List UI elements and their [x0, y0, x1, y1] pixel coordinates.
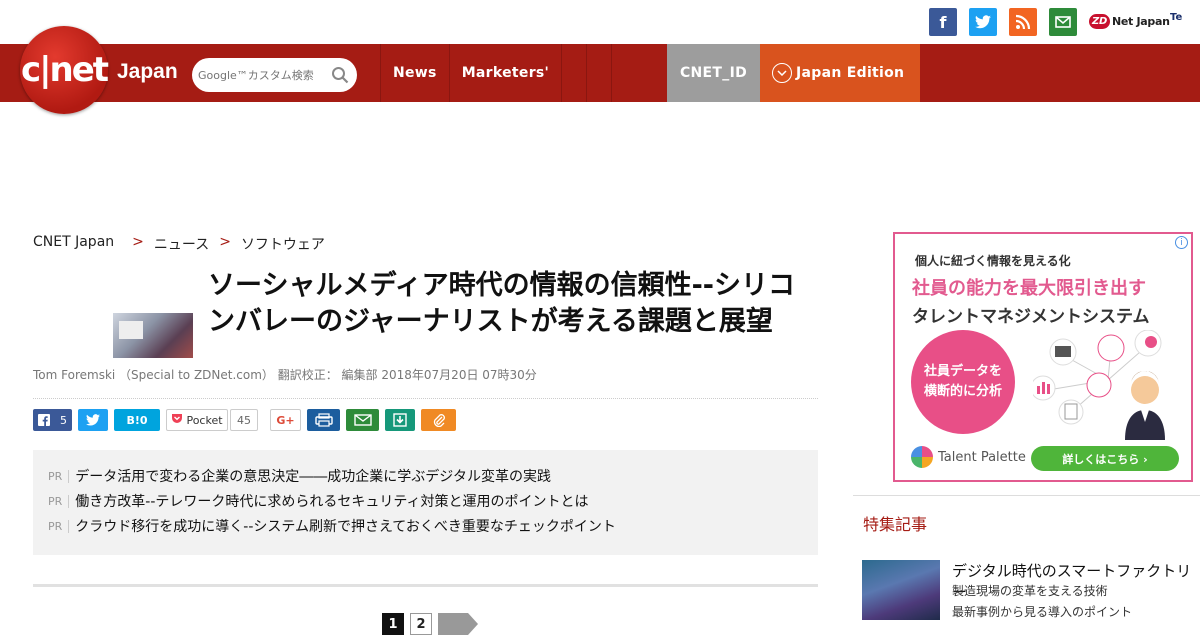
cnet-logo[interactable]: c|net [20, 26, 109, 114]
nav-empty-3[interactable] [611, 44, 636, 102]
sidebar-heading: 特集記事 [863, 515, 928, 534]
content-divider [33, 584, 818, 587]
pr-item-text: データ活用で変わる企業の意思決定――成功企業に学ぶデジタル変革の実践 [75, 469, 551, 485]
sidebar-item-subtitle: 製造現場の変革を支える技術 [952, 584, 1108, 598]
paperclip-icon [433, 414, 445, 427]
next-page-arrow-icon[interactable] [438, 613, 478, 635]
search-box [192, 58, 357, 92]
mail-share-button[interactable] [346, 409, 379, 431]
twitter-share-button[interactable] [78, 409, 108, 431]
pr-item[interactable]: PR データ活用で変わる企業の意思決定――成功企業に学ぶデジタル変革の実践 [48, 466, 551, 486]
breadcrumb-level1[interactable]: ニュース [154, 234, 209, 254]
top-social-strip: f ZD Net Japan Te [0, 0, 1200, 44]
divider [33, 398, 818, 399]
pr-item[interactable]: PR クラウド移行を成功に導く--システム刷新で押さえておくべき重要なチェックポ… [48, 516, 616, 536]
pocket-count: 45 [230, 409, 258, 431]
pr-tag: PR [48, 519, 70, 533]
nav-news[interactable]: News [380, 44, 449, 102]
article-title: ソーシャルメディア時代の情報の信頼性--シリコンバレーのジャーナリストが考える課… [208, 270, 795, 337]
pocket-icon [171, 413, 183, 427]
ad-line2: 社員の能力を最大限引き出す [912, 278, 1146, 299]
print-icon [314, 413, 333, 427]
logo-japan-label: Japan [117, 60, 178, 83]
google-plus-button[interactable]: G+ [270, 409, 301, 431]
breadcrumb: CNET Japan > ニュース > ソフトウェア [33, 234, 325, 254]
ad-line3: タレントマネジメントシステム [912, 307, 1150, 327]
pr-tag: PR [48, 494, 70, 508]
mail-icon[interactable] [1049, 8, 1077, 36]
nav-empty-1[interactable] [561, 44, 586, 102]
zdnet-logo-text: Net Japan [1111, 14, 1170, 28]
pr-item-text: クラウド移行を成功に導く--システム刷新で押さえておくべき重要なチェックポイント [75, 519, 616, 535]
hatena-bookmark-button[interactable]: B!0 [114, 409, 160, 431]
pr-tag: PR [48, 469, 70, 483]
breadcrumb-home[interactable]: CNET Japan [33, 234, 114, 254]
sidebar-item-thumbnail[interactable] [862, 560, 940, 620]
pr-item[interactable]: PR 働き方改革--テレワーク時代に求められるセキュリティ対策と運用のポイントと… [48, 491, 589, 511]
ad-illustration [1033, 330, 1165, 440]
pocket-button[interactable]: Pocket [166, 409, 228, 431]
nav-empty-2[interactable] [586, 44, 611, 102]
article-thumbnail[interactable] [113, 313, 193, 358]
rss-icon[interactable] [1009, 8, 1037, 36]
breadcrumb-separator: > [219, 234, 231, 250]
facebook-icon [38, 414, 50, 426]
ad-brand-name: Talent Palette [938, 449, 1026, 465]
chevron-down-icon [772, 63, 792, 83]
techrepublic-link[interactable]: Te [1170, 12, 1182, 23]
twitter-icon [86, 414, 100, 426]
ad-brand: Talent Palette [911, 446, 1026, 468]
nav-japan-edition[interactable]: Japan Edition [760, 44, 920, 102]
mail-icon [353, 414, 372, 426]
download-icon [393, 413, 407, 427]
pr-box: PR データ活用で変わる企業の意思決定――成功企業に学ぶデジタル変革の実践 PR… [33, 450, 818, 555]
print-button[interactable] [307, 409, 340, 431]
sidebar-ad[interactable]: i 個人に紐づく情報を見える化 社員の能力を最大限引き出す タレントマネジメント… [893, 232, 1193, 482]
share-bar: 5 B!0 Pocket 45 G+ [33, 408, 462, 432]
pr-item-text: 働き方改革--テレワーク時代に求められるセキュリティ対策と運用のポイントとは [75, 494, 589, 510]
talent-palette-logo-icon [911, 446, 933, 468]
ad-info-icon[interactable]: i [1175, 236, 1188, 249]
main-nav: News Marketers' CNET_ID Japan Edition [380, 44, 920, 102]
nav-cnet-id[interactable]: CNET_ID [667, 44, 760, 102]
japan-edition-label: Japan Edition [796, 65, 905, 81]
search-icon[interactable] [331, 66, 349, 84]
facebook-icon[interactable]: f [929, 8, 957, 36]
article-byline: Tom Foremski （Special to ZDNet.com） 翻訳校正… [33, 368, 537, 382]
zdnet-logo-mark: ZD [1089, 13, 1110, 29]
ad-cta-button[interactable]: 詳しくはこちら › [1031, 446, 1179, 471]
search-input[interactable] [198, 68, 328, 82]
facebook-share-button[interactable]: 5 [33, 409, 72, 431]
ad-circle-text: 社員データを横断的に分析 [911, 330, 1015, 434]
download-button[interactable] [385, 409, 415, 431]
breadcrumb-level2[interactable]: ソフトウェア [241, 234, 325, 254]
clip-button[interactable] [421, 409, 456, 431]
page-2-button[interactable]: 2 [410, 613, 432, 635]
sidebar-divider [853, 495, 1200, 496]
page-1-button[interactable]: 1 [382, 613, 404, 635]
zdnet-japan-link[interactable]: ZD Net Japan [1089, 10, 1170, 32]
sidebar-item-subtitle: 最新事例から見る導入のポイント [952, 605, 1133, 619]
nav-marketers[interactable]: Marketers' [448, 44, 561, 102]
ad-line1: 個人に紐づく情報を見える化 [915, 254, 1071, 268]
facebook-share-count: 5 [60, 413, 67, 427]
pocket-label: Pocket [186, 413, 223, 427]
twitter-icon[interactable] [969, 8, 997, 36]
breadcrumb-separator: > [132, 234, 144, 250]
